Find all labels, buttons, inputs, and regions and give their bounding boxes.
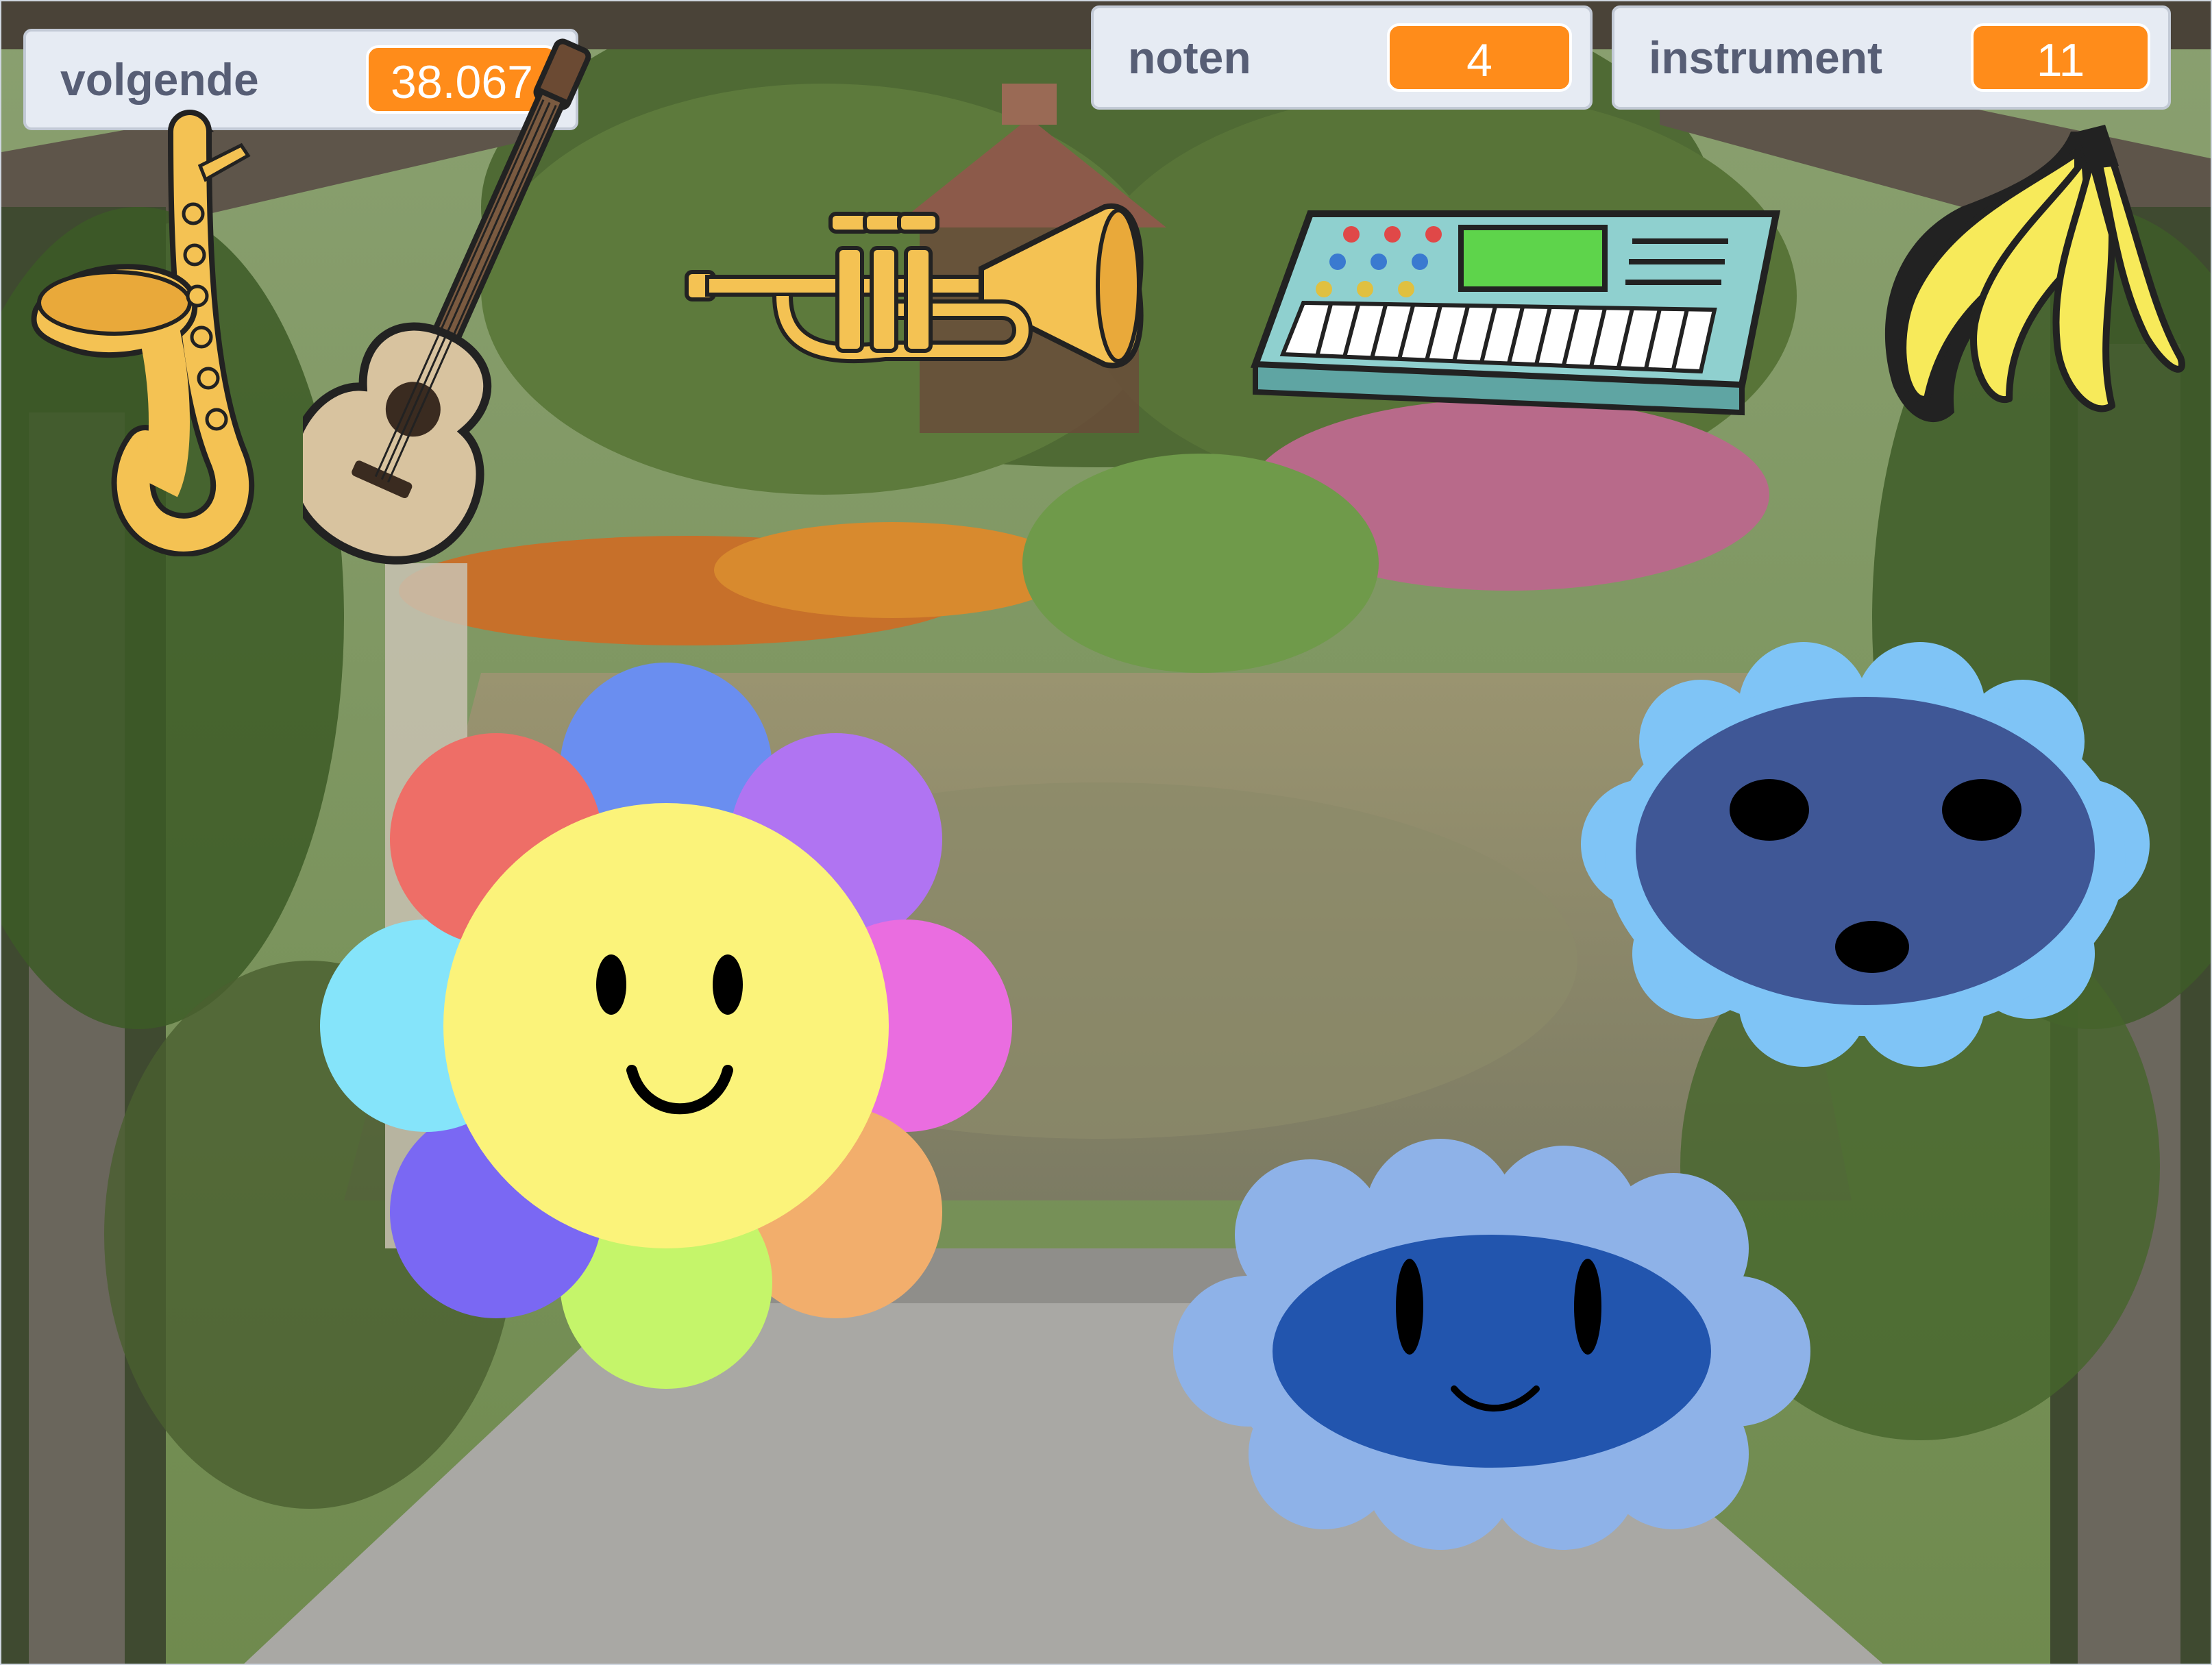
variable-monitor-noten[interactable]: noten 4	[1091, 5, 1593, 110]
saxophone-icon[interactable]	[22, 104, 269, 556]
variable-value: 4	[1387, 23, 1572, 92]
stage[interactable]: volgende 38.067 noten 4 instrument 11	[0, 0, 2212, 1665]
variable-value: 11	[1971, 23, 2150, 92]
trumpet-icon[interactable]	[680, 193, 1159, 385]
variable-monitor-instrument[interactable]: instrument 11	[1612, 5, 2171, 110]
rainbow-flower[interactable]	[275, 656, 1057, 1437]
variable-label: volgende	[60, 54, 259, 105]
variable-label: noten	[1128, 32, 1251, 83]
guitar-icon[interactable]	[303, 8, 618, 597]
banana-icon[interactable]	[1852, 125, 2194, 454]
light-blue-cloud[interactable]	[1166, 1139, 1817, 1550]
variable-label: instrument	[1649, 32, 1883, 83]
keyboard-icon[interactable]	[1249, 207, 1783, 426]
dark-blue-cloud[interactable]	[1577, 639, 2167, 1077]
